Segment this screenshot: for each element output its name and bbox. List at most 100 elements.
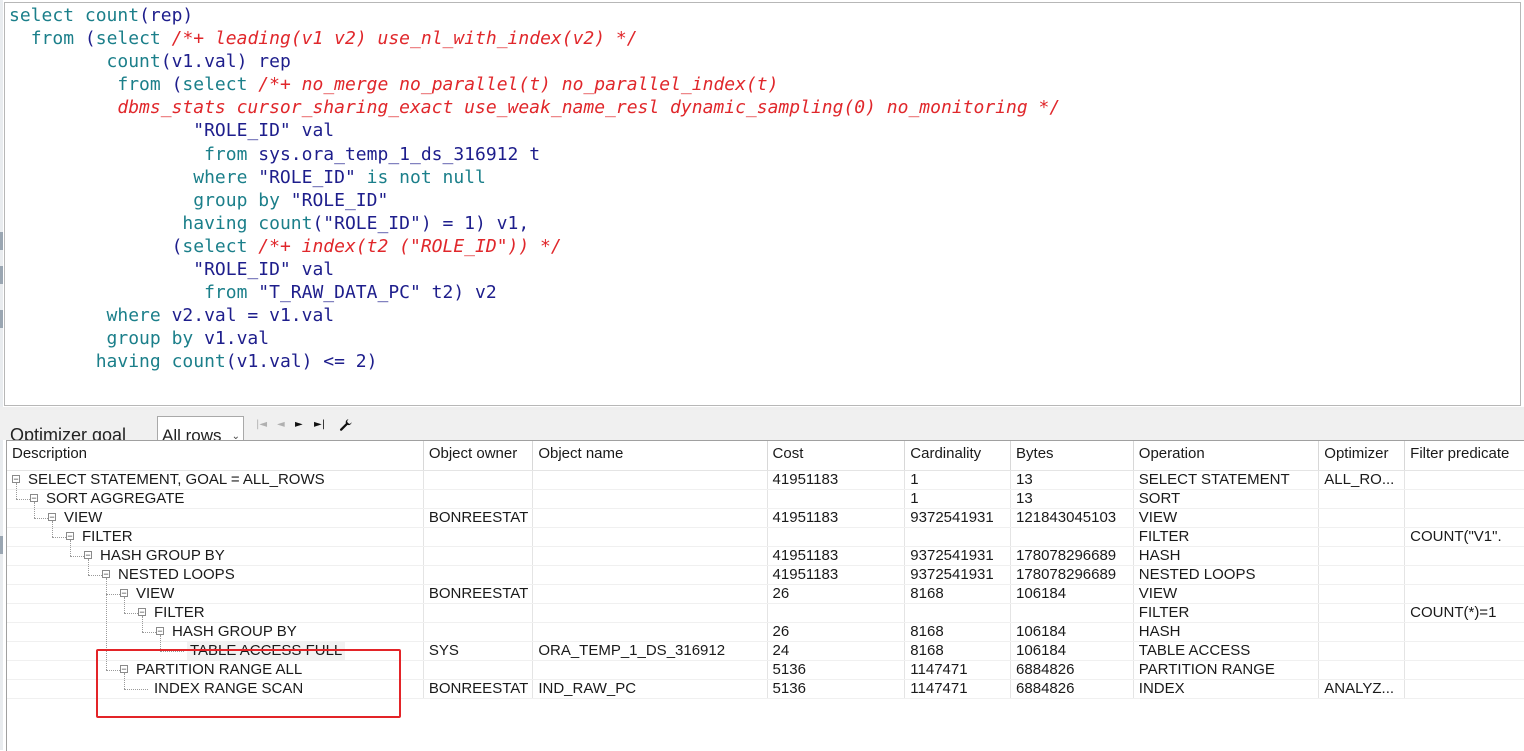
- sql-text-token: [74, 5, 85, 26]
- plan-cell-cardinality: 9372541931: [904, 508, 1012, 528]
- sql-keyword: count: [106, 51, 161, 73]
- sql-keyword: is not null: [366, 166, 486, 188]
- wrench-icon[interactable]: [339, 418, 353, 436]
- plan-row[interactable]: − FILTER FILTER COUNT("V1".: [7, 527, 1524, 556]
- plan-cell-object-owner: [423, 527, 534, 547]
- sql-indent: [9, 51, 107, 72]
- plan-row[interactable]: − HASH GROUP BY 26 8168 106184 HASH: [7, 622, 1524, 651]
- collapse-toggle-icon[interactable]: −: [84, 551, 92, 560]
- collapse-toggle-icon[interactable]: −: [30, 494, 38, 503]
- sql-line: group by "ROLE_ID": [9, 189, 1060, 212]
- sql-text-token: (: [74, 28, 96, 50]
- next-record-button[interactable]: ►: [295, 419, 303, 431]
- sql-text[interactable]: select count(rep) from (select /*+ leadi…: [9, 4, 1060, 374]
- tree-connector: [124, 689, 148, 690]
- sql-line: "ROLE_ID" val: [9, 258, 1060, 281]
- plan-description-cell: − VIEW: [7, 584, 424, 613]
- plan-cell-bytes: 6884826: [1010, 660, 1134, 680]
- plan-description-cell: − HASH GROUP BY: [7, 622, 424, 651]
- plan-cell-object-owner: [423, 660, 534, 680]
- last-record-button[interactable]: ►|: [314, 419, 325, 431]
- plan-cell-cardinality: [904, 527, 1012, 547]
- collapse-toggle-icon[interactable]: −: [102, 570, 110, 579]
- collapse-toggle-icon[interactable]: −: [48, 513, 56, 522]
- plan-cell-filter-predicate: COUNT("V1".: [1404, 527, 1524, 547]
- plan-row[interactable]: − NESTED LOOPS 41951183 9372541931 178078296…: [7, 565, 1524, 670]
- explain-plan-grid[interactable]: Description Object owner Object name Cost Ca…: [6, 440, 1524, 751]
- plan-row[interactable]: − HASH GROUP BY 41951183 9372541931 17807829…: [7, 546, 1524, 575]
- plan-cell-filter-predicate: [1404, 565, 1524, 585]
- plan-cell-cardinality: 1: [904, 470, 1012, 490]
- column-header-operation[interactable]: Operation: [1133, 441, 1320, 471]
- sql-indent: [9, 120, 193, 141]
- tree-node: INDEX RANGE SCAN: [7, 680, 423, 698]
- edge-marker: [0, 536, 3, 554]
- plan-cell-cost: 5136: [767, 679, 906, 699]
- plan-cell-bytes: 13: [1010, 470, 1134, 490]
- sql-text-token: (: [171, 235, 183, 257]
- plan-cell-bytes: 13: [1010, 489, 1134, 509]
- plan-description-cell: − NESTED LOOPS: [7, 565, 424, 670]
- plan-row[interactable]: TABLE ACCESS FULL SYS ORA_TEMP_1_DS_316912…: [7, 641, 1524, 661]
- plan-row[interactable]: − PARTITION RANGE ALL 5136 1147471 6884826 PA…: [7, 660, 1524, 689]
- edge-marker: [0, 310, 3, 328]
- plan-cell-operation: SELECT STATEMENT: [1133, 470, 1320, 490]
- collapse-toggle-icon[interactable]: −: [120, 665, 128, 674]
- sql-line: having count("ROLE_ID") = 1) v1,: [9, 212, 1060, 235]
- sql-indent: [9, 144, 204, 165]
- wrench-icon-graphic: [339, 419, 352, 431]
- tree-node: − NESTED LOOPS: [7, 566, 423, 670]
- plan-cell-optimizer: [1318, 489, 1406, 509]
- optimizer-goal-select[interactable]: All rows ⌄: [157, 416, 244, 440]
- plan-row[interactable]: − VIEW BONREESTAT 26 8168 106184 VIEW: [7, 584, 1524, 613]
- column-header-cost[interactable]: Cost: [767, 441, 906, 471]
- sql-keyword: group by: [193, 189, 280, 211]
- collapse-toggle-icon[interactable]: −: [138, 608, 146, 617]
- optimizer-goal-label: Optimizer goal: [10, 425, 127, 440]
- column-header-object-owner[interactable]: Object owner: [423, 441, 534, 471]
- sql-line: group by v1.val: [9, 327, 1060, 350]
- plan-cell-operation: HASH: [1133, 622, 1320, 642]
- plan-cell-optimizer: [1318, 603, 1406, 623]
- sql-indent: [9, 259, 193, 280]
- sql-line: where v2.val = v1.val: [9, 304, 1060, 327]
- plan-row[interactable]: INDEX RANGE SCAN BONREESTAT IND_RAW_PC 5136…: [7, 679, 1524, 699]
- column-header-object-name[interactable]: Object name: [532, 441, 768, 471]
- plan-cell-object-owner: BONREESTAT: [423, 584, 534, 604]
- plan-cell-object-owner: [423, 565, 534, 585]
- plan-row[interactable]: − SELECT STATEMENT, GOAL = ALL_ROWS 419511…: [7, 470, 1524, 499]
- collapse-toggle-icon[interactable]: −: [12, 475, 20, 484]
- plan-cell-cardinality: 9372541931: [904, 546, 1012, 566]
- tree-node: − SORT AGGREGATE: [7, 490, 423, 518]
- plan-cell-filter-predicate: [1404, 508, 1524, 528]
- collapse-toggle-icon[interactable]: −: [156, 627, 164, 636]
- plan-cell-operation: VIEW: [1133, 584, 1320, 604]
- plan-cell-object-name: [532, 565, 768, 585]
- sql-line: from (select /*+ no_merge no_parallel(t)…: [9, 73, 1060, 96]
- plan-cell-object-name: [532, 546, 768, 566]
- plan-cell-operation: SORT: [1133, 489, 1320, 509]
- collapse-toggle-icon[interactable]: −: [120, 589, 128, 598]
- column-header-cardinality[interactable]: Cardinality: [904, 441, 1012, 471]
- column-header-filter-predicate[interactable]: Filter predicate: [1404, 441, 1524, 471]
- column-header-bytes[interactable]: Bytes: [1010, 441, 1134, 471]
- column-header-optimizer[interactable]: Optimizer: [1318, 441, 1406, 471]
- sql-editor[interactable]: select count(rep) from (select /*+ leadi…: [4, 2, 1521, 406]
- plan-cell-object-name: [532, 660, 768, 680]
- plan-cell-optimizer: [1318, 660, 1406, 680]
- plan-row[interactable]: − SORT AGGREGATE 1 13 SORT: [7, 489, 1524, 518]
- plan-cell-object-owner: [423, 489, 534, 509]
- sql-line: from "T_RAW_DATA_PC" t2) v2: [9, 281, 1060, 304]
- prev-record-button[interactable]: ◄: [277, 419, 285, 431]
- plan-step-label: SELECT STATEMENT, GOAL = ALL_ROWS: [28, 471, 325, 488]
- plan-description-cell: − FILTER: [7, 603, 424, 632]
- sql-text-token: [161, 351, 172, 372]
- plan-cell-bytes: 178078296689: [1010, 565, 1134, 585]
- plan-cell-object-name: [532, 508, 768, 528]
- plan-row[interactable]: − VIEW BONREESTAT 41951183 9372541931 1218430…: [7, 508, 1524, 537]
- plan-cell-object-owner: [423, 603, 534, 623]
- column-header-description[interactable]: Description: [7, 441, 424, 471]
- plan-row[interactable]: − FILTER FILTER COUNT(*)=1: [7, 603, 1524, 632]
- first-record-button[interactable]: |◄: [256, 419, 267, 431]
- collapse-toggle-icon[interactable]: −: [66, 532, 74, 541]
